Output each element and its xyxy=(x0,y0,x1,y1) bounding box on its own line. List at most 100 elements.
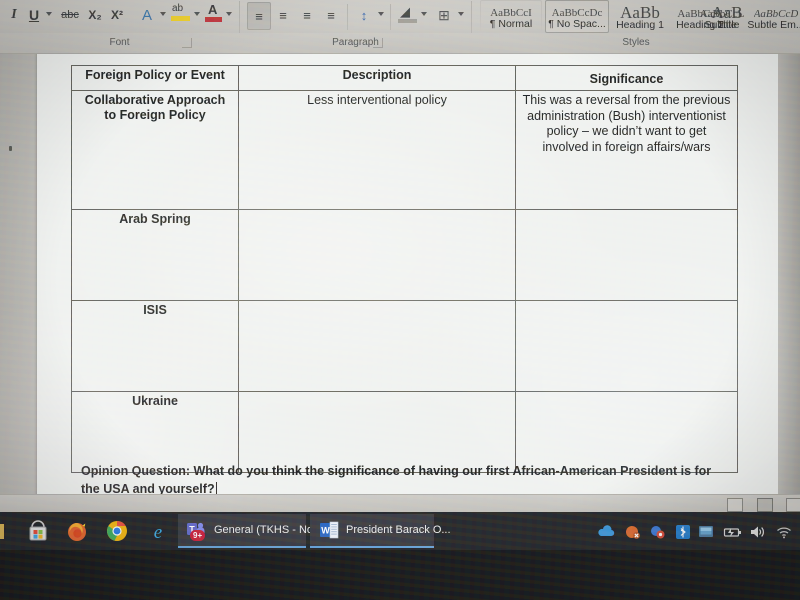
style-preview: AaBb xyxy=(620,6,660,19)
svg-text:e: e xyxy=(154,522,162,543)
desk-area xyxy=(0,550,800,600)
taskbar-label-teams: General (TKHS - No... xyxy=(214,524,323,536)
header-policy: Foreign Policy or Event xyxy=(85,68,225,82)
battery-icon[interactable] xyxy=(723,524,743,540)
highlight-dropdown-caret[interactable] xyxy=(194,12,200,16)
paragraph-dialog-launcher[interactable] xyxy=(373,38,383,48)
style-preview: AaBbCcDc xyxy=(551,8,603,18)
superscript-button[interactable]: X² xyxy=(108,2,126,28)
foreign-policy-table[interactable]: Foreign Policy or Event Description Sign… xyxy=(71,65,738,473)
onedrive-icon[interactable] xyxy=(597,524,615,540)
shading-dropdown-caret[interactable] xyxy=(421,12,427,16)
cell-description[interactable] xyxy=(239,392,515,398)
document-page[interactable]: Foreign Policy or Event Description Sign… xyxy=(37,54,778,494)
style-paragraph-mark: ¶ xyxy=(489,18,496,30)
status-bar xyxy=(0,494,800,512)
read-mode-button[interactable] xyxy=(727,498,743,512)
italic-button[interactable]: I xyxy=(6,2,22,28)
volume-icon[interactable] xyxy=(748,524,766,540)
cell-description[interactable] xyxy=(239,301,515,307)
teams-unread-badge: 9+ xyxy=(190,530,206,541)
group-divider xyxy=(471,1,472,33)
styles-group-label: Styles xyxy=(622,37,650,48)
cell-significance[interactable] xyxy=(516,392,737,398)
microsoft-store-icon[interactable] xyxy=(26,519,50,543)
table-row[interactable]: Arab Spring xyxy=(71,209,738,301)
screen-speck xyxy=(9,146,12,151)
paragraph-group-label: Paragraph xyxy=(332,37,379,48)
align-right-button[interactable]: ≡ xyxy=(296,2,318,28)
font-group-label: Font xyxy=(109,37,130,48)
justify-button[interactable]: ≡ xyxy=(320,2,342,28)
line-spacing-button[interactable]: ↕ xyxy=(354,2,374,28)
app-alert-icon[interactable] xyxy=(649,524,667,540)
header-description: Description xyxy=(342,68,412,82)
strikethrough-button[interactable]: abc xyxy=(58,2,82,28)
text-effects-dropdown-caret[interactable] xyxy=(160,12,166,16)
borders-dropdown-caret[interactable] xyxy=(458,12,464,16)
underline-button[interactable]: U xyxy=(26,2,42,28)
cell-significance[interactable] xyxy=(516,210,737,216)
cell-policy[interactable]: Arab Spring xyxy=(72,210,238,231)
opinion-question[interactable]: Opinion Question: What do you think the … xyxy=(81,462,731,494)
table-row[interactable]: Collaborative Approach to Foreign Policy… xyxy=(71,90,738,210)
wifi-icon[interactable] xyxy=(775,524,793,540)
style-label: Heading 1 xyxy=(616,19,664,31)
display-settings-icon[interactable] xyxy=(698,524,714,540)
taskbar-item-word[interactable]: W President Barack O... xyxy=(310,514,451,548)
cell-description[interactable]: Less interventional policy xyxy=(239,91,515,113)
partial-icon[interactable] xyxy=(0,524,4,539)
cell-significance[interactable] xyxy=(516,301,737,307)
cell-policy[interactable]: Ukraine xyxy=(72,392,238,413)
text-highlight-color-button[interactable]: ab xyxy=(171,3,191,27)
table-row[interactable]: Ukraine xyxy=(71,391,738,473)
firefox-icon[interactable] xyxy=(65,519,89,543)
style-preview: AaBbCcI xyxy=(490,8,532,18)
print-layout-button[interactable] xyxy=(757,498,773,512)
cell-policy[interactable]: ISIS xyxy=(72,301,238,322)
style-no-spacing[interactable]: AaBbCcDc ¶ No Spac... xyxy=(545,0,609,33)
font-dialog-launcher[interactable] xyxy=(182,38,192,48)
ribbon-group-labels: Font Paragraph Styles xyxy=(0,33,800,54)
cell-significance[interactable]: This was a reversal from the previous ad… xyxy=(516,91,737,159)
style-heading-1[interactable]: AaBb Heading 1 xyxy=(611,0,669,33)
font-color-button[interactable]: A xyxy=(205,2,223,27)
font-color-swatch xyxy=(205,17,222,22)
text-cursor xyxy=(215,482,217,494)
left-margin-area xyxy=(0,54,37,494)
right-margin-area xyxy=(778,54,800,494)
underline-dropdown-caret[interactable] xyxy=(46,12,52,16)
shading-button[interactable]: ◢ xyxy=(398,4,418,26)
font-color-dropdown-caret[interactable] xyxy=(226,12,232,16)
screen-photo: I U abc X₂ X² A ab A ≡ ≡ ≡ ≡ ↕ ◢ ⊞ AaBbC… xyxy=(0,0,800,600)
text-effects-button[interactable]: A xyxy=(138,2,156,28)
notification-muted-icon[interactable] xyxy=(624,524,642,540)
group-divider xyxy=(390,4,391,30)
taskbar-item-teams[interactable]: T 9+ General (TKHS - No... xyxy=(178,514,322,548)
bluetooth-icon[interactable] xyxy=(675,524,691,540)
web-layout-button[interactable] xyxy=(786,498,800,512)
highlight-color-swatch xyxy=(171,16,190,21)
borders-button[interactable]: ⊞ xyxy=(434,2,454,28)
line-spacing-dropdown-caret[interactable] xyxy=(378,12,384,16)
style-subtitle[interactable]: AaBbCcL Subtitle xyxy=(693,0,751,33)
windows-taskbar: e T 9+ General (TKHS - No... W President… xyxy=(0,512,800,550)
chrome-icon[interactable] xyxy=(105,519,129,543)
internet-explorer-icon[interactable]: e xyxy=(146,519,170,543)
style-normal[interactable]: AaBbCcI ¶ Normal xyxy=(480,0,542,33)
cell-policy[interactable]: Collaborative Approach to Foreign Policy xyxy=(72,91,238,127)
style-preview: AaBbCcL xyxy=(699,9,745,19)
align-left-button[interactable]: ≡ xyxy=(247,2,271,30)
opinion-question-text: Opinion Question: What do you think the … xyxy=(81,464,712,494)
subscript-button[interactable]: X₂ xyxy=(86,2,104,28)
header-significance: Significance xyxy=(589,72,664,86)
teams-icon: T 9+ xyxy=(186,519,208,541)
align-center-button[interactable]: ≡ xyxy=(272,2,294,28)
style-label: Normal xyxy=(498,18,533,30)
group-divider xyxy=(239,1,240,33)
table-row[interactable]: ISIS xyxy=(71,300,738,392)
svg-text:W: W xyxy=(321,526,330,536)
group-divider xyxy=(347,4,348,30)
style-subtle-emphasis[interactable]: AaBbCcD Subtle Em... xyxy=(747,0,800,33)
cell-description[interactable] xyxy=(239,210,515,216)
